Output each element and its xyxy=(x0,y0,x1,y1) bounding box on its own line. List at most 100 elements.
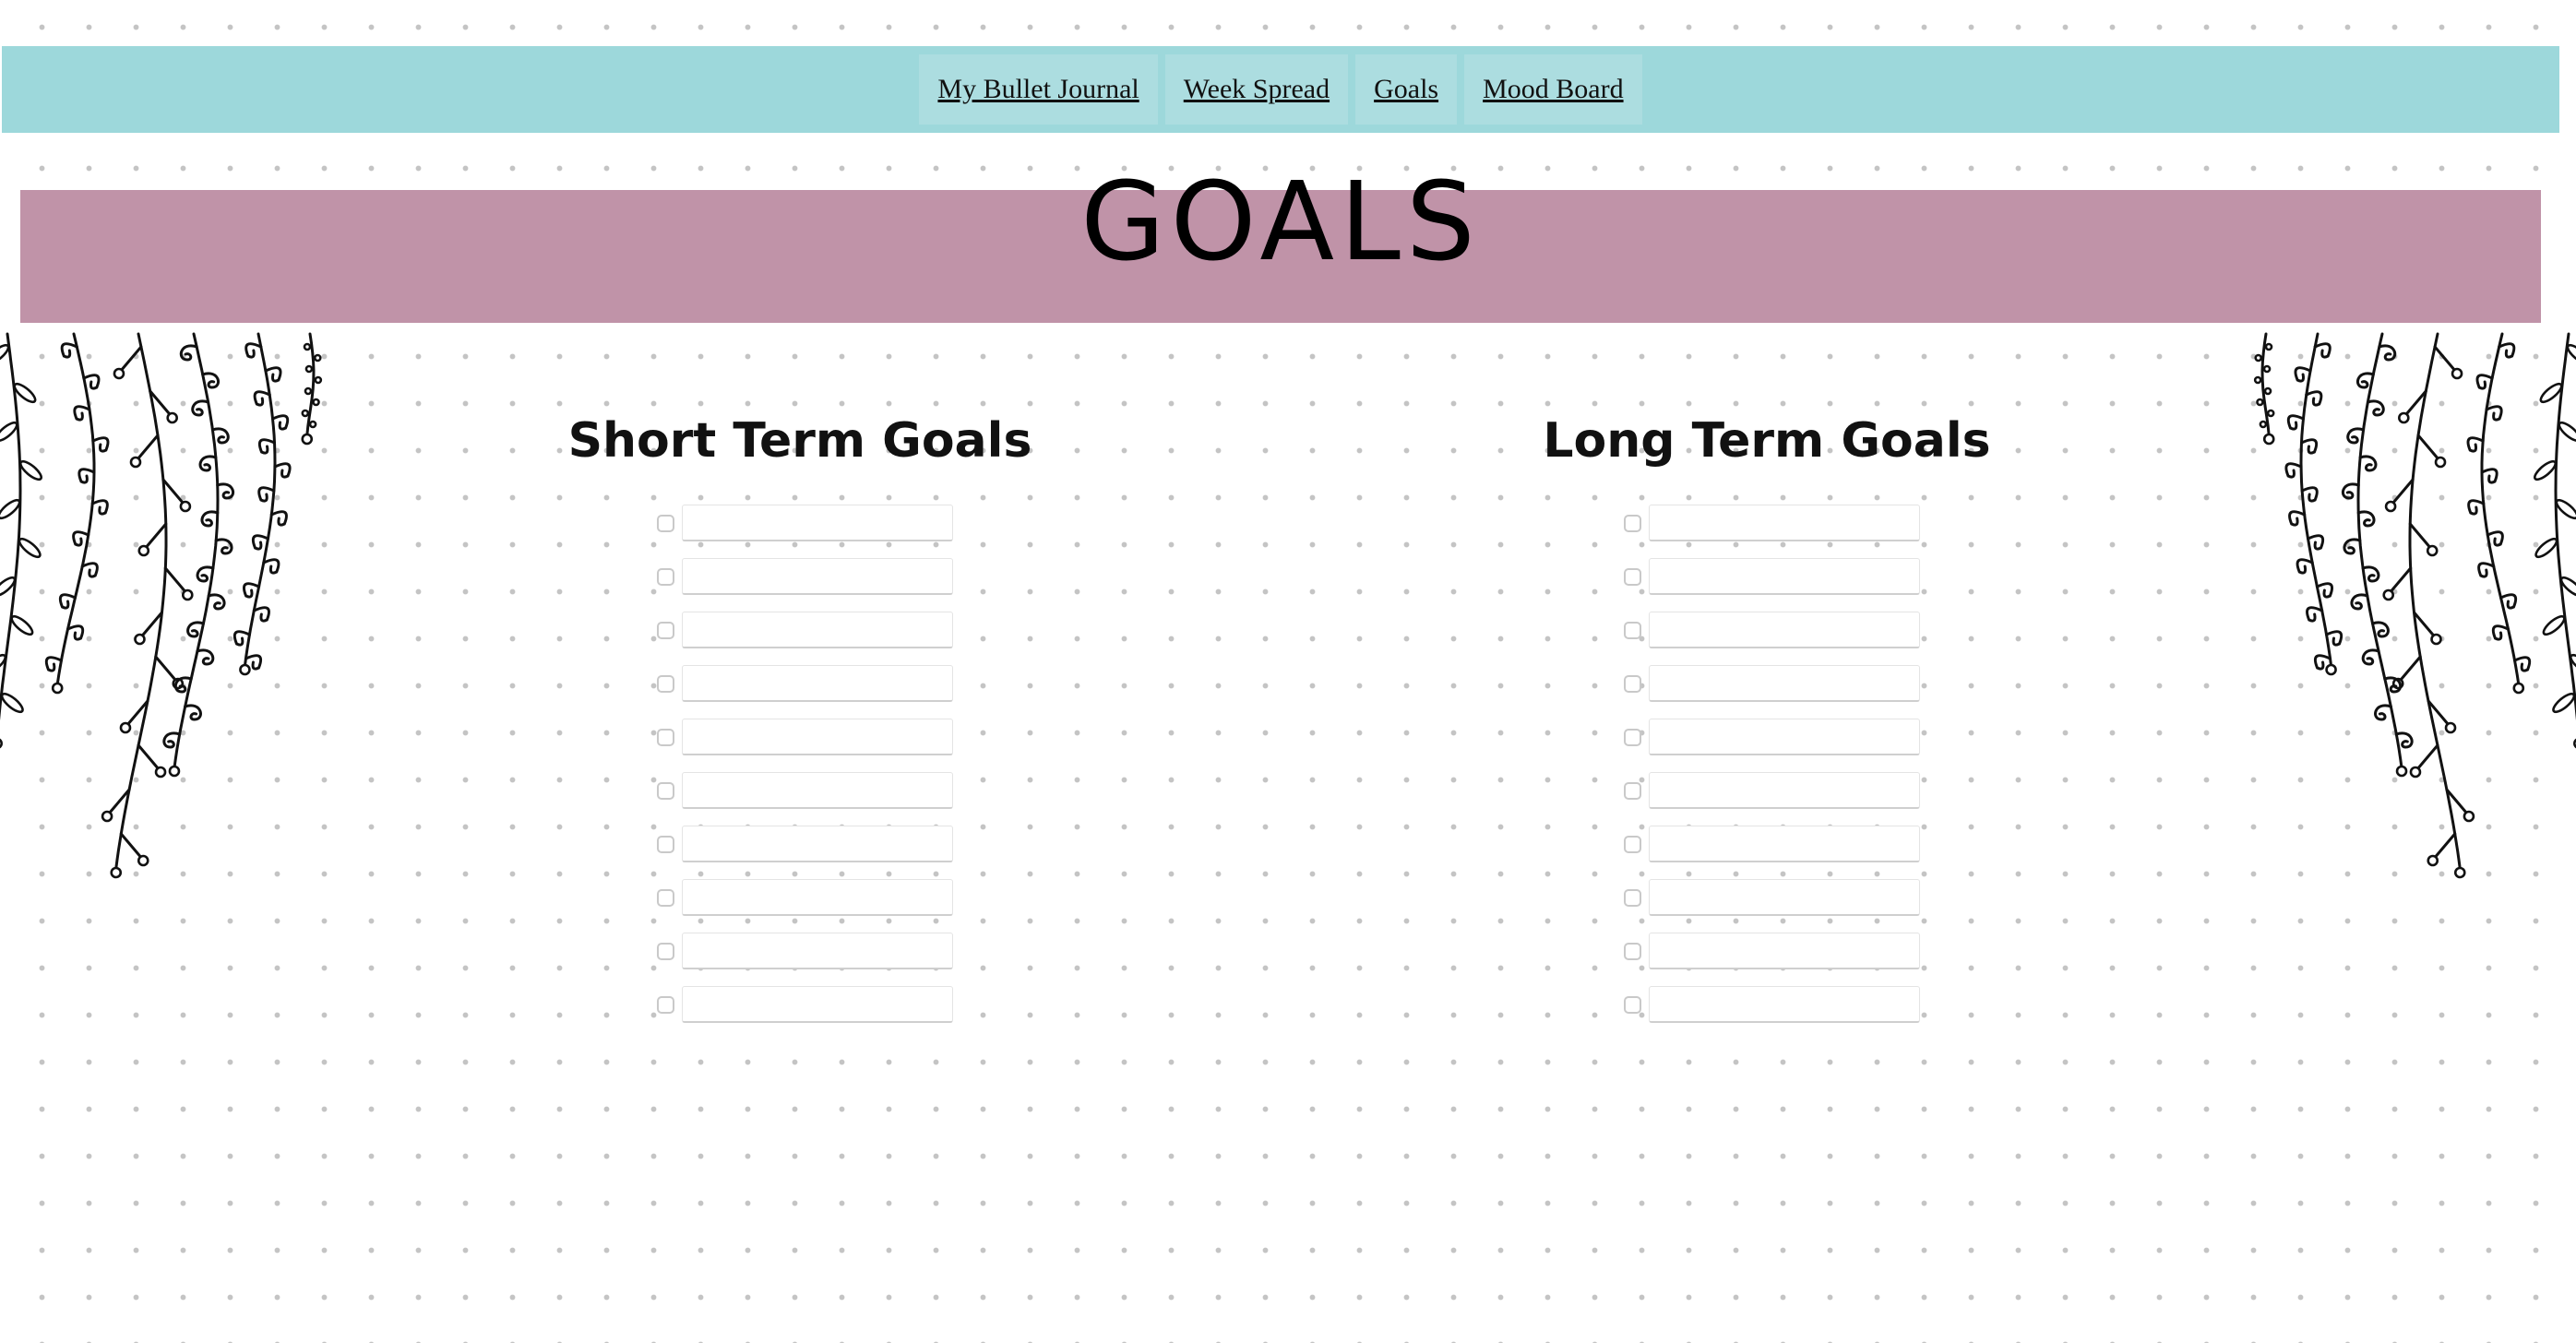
vine-bud xyxy=(101,810,113,823)
goal-row xyxy=(1620,817,1920,871)
vine-bud xyxy=(119,721,132,734)
vine-twig xyxy=(137,743,161,771)
goal-text-input[interactable] xyxy=(682,986,953,1023)
goal-row xyxy=(653,657,953,710)
nav-link-my-bullet-journal[interactable]: My Bullet Journal xyxy=(919,54,1158,125)
goal-checkbox[interactable] xyxy=(1624,674,1641,693)
vine-tip xyxy=(239,663,251,676)
goal-text-input[interactable] xyxy=(1649,719,1920,755)
vine-bud xyxy=(2398,411,2410,424)
goal-checkbox[interactable] xyxy=(657,942,674,960)
goal-text-input[interactable] xyxy=(682,665,953,702)
goal-checkbox[interactable] xyxy=(657,514,674,532)
goal-row xyxy=(653,817,953,871)
vine-twig xyxy=(144,522,168,550)
goal-checkbox[interactable] xyxy=(1624,888,1641,907)
vine-dot xyxy=(2264,342,2273,351)
goal-checkbox[interactable] xyxy=(1624,621,1641,639)
goal-checkbox[interactable] xyxy=(1624,835,1641,853)
goal-checkbox[interactable] xyxy=(1624,514,1641,532)
goal-checkbox[interactable] xyxy=(1624,995,1641,1014)
goal-checkbox[interactable] xyxy=(657,567,674,586)
vine-loop-leaf xyxy=(2467,499,2486,516)
vine-curl xyxy=(184,704,202,721)
vine-loop-leaf xyxy=(257,486,276,503)
vine-curl xyxy=(198,455,218,472)
goal-row xyxy=(1620,550,1920,603)
vine-loop-leaf xyxy=(90,499,109,516)
vine-twig xyxy=(163,566,187,594)
goal-checkbox[interactable] xyxy=(657,835,674,853)
goal-checkbox[interactable] xyxy=(1624,567,1641,586)
vine-tip xyxy=(2325,663,2337,676)
vine-bud xyxy=(179,500,192,513)
goal-checkbox[interactable] xyxy=(657,995,674,1014)
vine-dot xyxy=(2262,364,2272,374)
vine-loop-leaf xyxy=(2288,510,2307,527)
vine-curl xyxy=(179,344,198,362)
goal-text-input[interactable] xyxy=(1649,505,1920,541)
goal-text-input[interactable] xyxy=(682,558,953,595)
vine-curl xyxy=(2374,704,2392,721)
goal-text-input[interactable] xyxy=(682,505,953,541)
goal-checkbox[interactable] xyxy=(657,728,674,746)
goal-checkbox[interactable] xyxy=(1624,942,1641,960)
goal-text-input[interactable] xyxy=(1649,933,1920,969)
vine-curl xyxy=(2361,648,2380,666)
vine-dot xyxy=(301,409,310,418)
vine-stem xyxy=(173,332,220,769)
vine-loop-leaf xyxy=(66,624,85,641)
long-term-goals-heading: Long Term Goals xyxy=(1543,413,1991,469)
vine-bud xyxy=(134,633,146,646)
goal-text-input[interactable] xyxy=(1649,772,1920,809)
goal-row xyxy=(653,764,953,817)
vine-dot xyxy=(2254,353,2263,362)
goal-checkbox[interactable] xyxy=(1624,728,1641,746)
vine-dot xyxy=(304,386,313,396)
vine-loop-leaf xyxy=(273,462,292,479)
vine-dot xyxy=(313,353,322,362)
vine-dot xyxy=(2253,375,2262,385)
nav-link-goals[interactable]: Goals xyxy=(1355,54,1458,125)
goal-text-input[interactable] xyxy=(682,879,953,916)
goal-text-input[interactable] xyxy=(1649,665,1920,702)
vine-bud xyxy=(129,456,142,469)
vine-loop-leaf xyxy=(73,405,91,422)
goal-text-input[interactable] xyxy=(1649,612,1920,648)
vine-bud xyxy=(181,588,194,601)
goal-checkbox[interactable] xyxy=(657,674,674,693)
vine-leaf xyxy=(0,421,18,443)
vine-loop-leaf xyxy=(244,342,263,359)
goal-row xyxy=(1620,764,1920,817)
goal-text-input[interactable] xyxy=(682,826,953,862)
goal-checkbox[interactable] xyxy=(657,621,674,639)
goal-text-input[interactable] xyxy=(682,933,953,969)
vine-loop-leaf xyxy=(2313,342,2332,359)
goal-text-input[interactable] xyxy=(1649,558,1920,595)
goal-text-input[interactable] xyxy=(1649,826,1920,862)
vine-leaf xyxy=(18,459,42,481)
vine-loop-leaf xyxy=(269,510,288,527)
nav-link-mood-board[interactable]: Mood Board xyxy=(1464,54,1642,125)
goal-text-input[interactable] xyxy=(682,719,953,755)
goal-text-input[interactable] xyxy=(682,772,953,809)
vine-curl xyxy=(196,648,215,666)
goal-checkbox[interactable] xyxy=(657,781,674,800)
goal-row xyxy=(1620,978,1920,1031)
vine-leaf xyxy=(2534,537,2558,559)
vine-bud xyxy=(2382,588,2395,601)
goal-checkbox[interactable] xyxy=(657,888,674,907)
nav-link-week-spread[interactable]: Week Spread xyxy=(1164,54,1349,125)
vine-loop-leaf xyxy=(253,390,271,407)
vine-tip xyxy=(168,765,181,778)
goal-text-input[interactable] xyxy=(1649,879,1920,916)
vine-tip xyxy=(2512,682,2525,695)
goal-text-input[interactable] xyxy=(1649,986,1920,1023)
goal-checkbox[interactable] xyxy=(1624,781,1641,800)
vine-tip xyxy=(2453,866,2466,879)
vine-tip xyxy=(51,682,64,695)
long-term-goals-section: Long Term Goals xyxy=(1509,410,2025,1023)
vine-loop-leaf xyxy=(2477,562,2496,578)
goal-text-input[interactable] xyxy=(682,612,953,648)
vine-loop-leaf xyxy=(271,414,290,431)
